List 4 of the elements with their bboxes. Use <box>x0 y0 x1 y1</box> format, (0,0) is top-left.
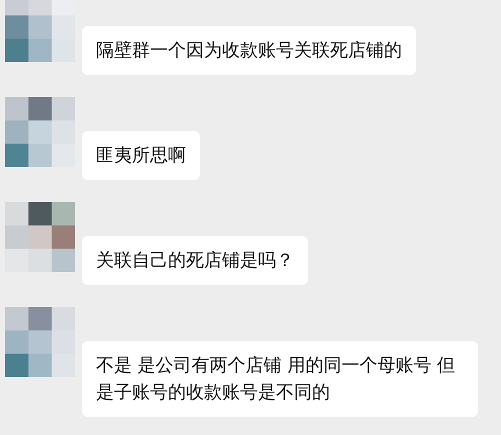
message-bubble: 匪夷所思啊 <box>82 131 200 180</box>
message-bubble: 隔壁群一个因为收款账号关联死店铺的 <box>82 26 416 75</box>
message-bubble: 不是 是公司有两个店铺 用的同一个母账号 但是子账号的收款账号是不同的 <box>82 341 478 417</box>
message-bubble: 关联自己的死店铺是吗？ <box>82 236 308 285</box>
